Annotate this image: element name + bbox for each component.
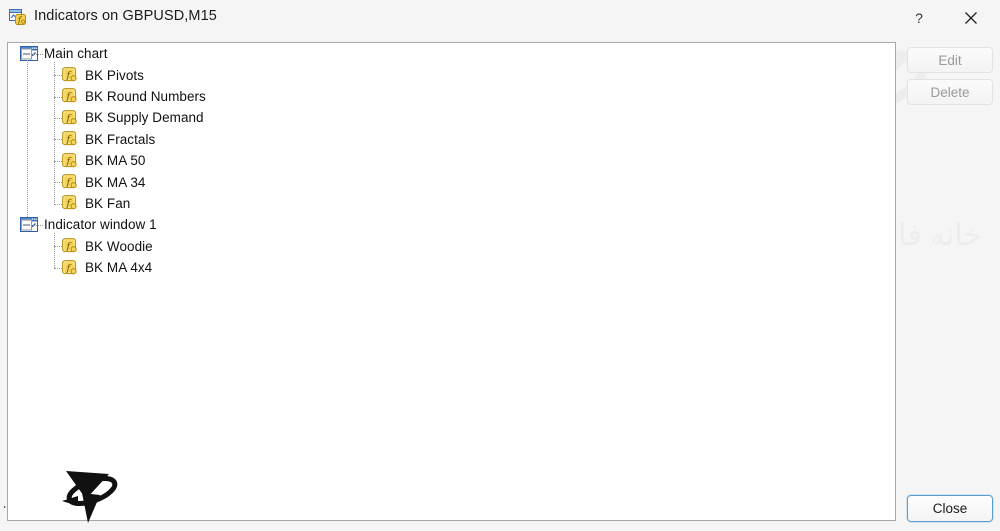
window-close-button[interactable] <box>948 0 994 35</box>
tree-item-row[interactable]: f BK Round Numbers <box>8 86 895 107</box>
tree-item-label: BK MA 4x4 <box>85 260 153 276</box>
close-icon <box>964 11 978 25</box>
close-button[interactable]: Close <box>907 495 993 522</box>
tree-item-row[interactable]: f BK Fan <box>8 193 895 214</box>
indicators-dialog: خانه فارکس من خانه فارکس من f Indicators… <box>0 0 1000 531</box>
tree-item-row[interactable]: f BK MA 4x4 <box>8 257 895 278</box>
collapse-toggle-icon[interactable] <box>21 219 32 231</box>
tree-item-row[interactable]: f BK MA 34 <box>8 171 895 192</box>
tree-group-row[interactable]: Main chart <box>8 43 895 64</box>
delete-button-label: Delete <box>930 84 970 100</box>
tree-item-row[interactable]: f BK Pivots <box>8 64 895 85</box>
indicators-window-icon: f <box>9 9 27 26</box>
tree-item-row[interactable]: f BK Woodie <box>8 236 895 257</box>
tree-group-row[interactable]: Indicator window 1 <box>8 214 895 235</box>
function-icon: f <box>62 259 78 276</box>
minus-icon <box>23 224 30 226</box>
function-icon: f <box>62 88 78 104</box>
svg-text:خانه فارکس من: خانه فارکس من <box>4 500 6 513</box>
close-button-label: Close <box>932 501 968 516</box>
help-icon: ? <box>915 9 923 26</box>
tree-item-row[interactable]: f BK Supply Demand <box>8 107 895 128</box>
tree-item-label: BK Fan <box>85 195 131 211</box>
tree-group-label: Main chart <box>44 46 108 62</box>
tree-item-label: BK MA 50 <box>85 153 146 169</box>
tree-item-row[interactable]: f BK MA 50 <box>8 150 895 171</box>
tree-item-label: BK Round Numbers <box>85 88 206 104</box>
tree-group-label: Indicator window 1 <box>44 217 157 233</box>
function-icon: f <box>62 152 78 169</box>
function-icon: f <box>62 131 78 147</box>
tree-item-label: BK MA 34 <box>85 174 146 190</box>
window-title: Indicators on GBPUSD,M15 <box>34 8 217 24</box>
collapse-toggle-icon[interactable] <box>21 48 32 60</box>
function-icon: f <box>62 174 78 190</box>
function-icon: f <box>62 109 78 126</box>
indicators-tree-panel[interactable]: Main chart f BK Pivots f BK Round Numbers f BK… <box>7 42 896 521</box>
tree-item-label: BK Fractals <box>85 131 156 147</box>
function-icon: f <box>62 238 78 254</box>
indicators-tree: Main chart f BK Pivots f BK Round Numbers f BK… <box>8 43 895 278</box>
edit-button[interactable]: Edit <box>907 47 993 73</box>
edit-button-label: Edit <box>938 52 962 68</box>
help-button[interactable]: ? <box>896 0 942 35</box>
function-icon: f <box>62 195 78 211</box>
minus-icon <box>23 53 30 55</box>
tree-item-label: BK Pivots <box>85 67 144 83</box>
delete-button[interactable]: Delete <box>907 79 993 105</box>
function-icon: f <box>62 67 78 83</box>
tree-item-label: BK Supply Demand <box>85 110 204 126</box>
title-bar: f Indicators on GBPUSD,M15 ? <box>0 0 1000 35</box>
tree-item-row[interactable]: f BK Fractals <box>8 129 895 150</box>
tree-item-label: BK Woodie <box>85 238 153 254</box>
